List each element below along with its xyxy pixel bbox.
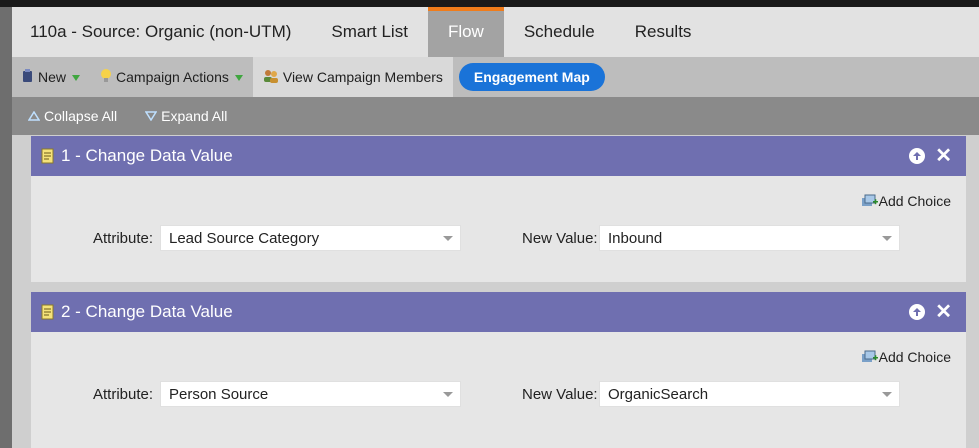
delete-step-button[interactable]: ✕ (935, 302, 952, 322)
people-icon (263, 69, 279, 86)
add-choice-label: Add Choice (878, 349, 951, 365)
engagement-map-button[interactable]: Engagement Map (458, 63, 605, 91)
step-fields-row: Attribute: Lead Source Category New Valu… (31, 225, 966, 251)
step-header[interactable]: 2 - Change Data Value ✕ (31, 292, 966, 332)
delete-step-button[interactable]: ✕ (935, 146, 952, 166)
expand-all-label: Expand All (161, 108, 228, 124)
arrow-up-icon (913, 152, 922, 160)
move-up-button[interactable] (909, 148, 926, 164)
tab-flow[interactable]: Flow (427, 7, 504, 57)
attribute-value: Person Source (169, 386, 269, 403)
add-choice-label: Add Choice (878, 193, 951, 209)
chevron-down-icon (234, 75, 243, 81)
tab-bar: 110a - Source: Organic (non-UTM) Smart L… (12, 7, 979, 57)
step-fields-row: Attribute: Person Source New Value: Orga… (31, 381, 966, 407)
add-choice-button[interactable]: Add Choice (861, 193, 951, 209)
new-value-select[interactable]: Inbound (599, 225, 900, 251)
step-header[interactable]: 1 - Change Data Value ✕ (31, 136, 966, 176)
new-button[interactable]: New (12, 57, 90, 97)
collapse-bar: Collapse All Expand All (12, 97, 979, 135)
new-value-value: OrganicSearch (608, 386, 709, 403)
attribute-value: Lead Source Category (169, 230, 320, 247)
chevron-down-icon (72, 75, 81, 81)
add-choice-icon (861, 194, 878, 206)
view-campaign-members-button[interactable]: View Campaign Members (252, 57, 453, 97)
campaign-actions-button[interactable]: Campaign Actions (90, 57, 253, 97)
triangle-down-icon (145, 111, 158, 121)
add-choice-button[interactable]: Add Choice (861, 349, 951, 365)
arrow-up-icon (913, 308, 922, 316)
collapse-all-button[interactable]: Collapse All (28, 108, 117, 124)
expand-all-button[interactable]: Expand All (145, 108, 227, 124)
move-up-button[interactable] (909, 304, 926, 320)
edit-note-icon (41, 148, 54, 164)
flow-step-2: 2 - Change Data Value ✕ Add Choice Attri… (31, 292, 966, 448)
toolbar: New Campaign Actions View Campaign Membe… (12, 57, 979, 97)
add-choice-icon (861, 350, 878, 362)
new-icon (22, 68, 34, 86)
new-label: New (38, 69, 67, 85)
new-value-label: New Value: (522, 386, 598, 403)
left-edge (0, 7, 12, 448)
campaign-actions-label: Campaign Actions (116, 69, 229, 85)
new-value-value: Inbound (608, 230, 663, 247)
step-title: 2 - Change Data Value (61, 302, 233, 321)
dropdown-caret-icon (443, 392, 453, 397)
new-value-label: New Value: (522, 230, 598, 247)
attribute-label: Attribute: (93, 230, 154, 247)
attribute-select[interactable]: Person Source (160, 381, 461, 407)
attribute-select[interactable]: Lead Source Category (160, 225, 461, 251)
tab-results[interactable]: Results (615, 7, 712, 57)
new-value-select[interactable]: OrganicSearch (599, 381, 900, 407)
triangle-up-icon (28, 111, 40, 121)
edit-note-icon (41, 304, 54, 320)
step-title: 1 - Change Data Value (61, 146, 233, 165)
dropdown-caret-icon (882, 236, 892, 241)
attribute-label: Attribute: (93, 386, 154, 403)
flow-step-1: 1 - Change Data Value ✕ Add Choice Attri… (31, 136, 966, 282)
collapse-all-label: Collapse All (44, 108, 118, 124)
dropdown-caret-icon (882, 392, 892, 397)
tab-schedule[interactable]: Schedule (504, 7, 615, 57)
view-members-label: View Campaign Members (282, 69, 443, 85)
tab-smart-list[interactable]: Smart List (311, 7, 428, 57)
campaign-title: 110a - Source: Organic (non-UTM) (30, 22, 292, 41)
step-body: Add Choice Attribute: Lead Source Catego… (31, 176, 966, 282)
step-body: Add Choice Attribute: Person Source New … (31, 332, 966, 448)
dropdown-caret-icon (443, 236, 453, 241)
lightbulb-icon (100, 68, 112, 86)
